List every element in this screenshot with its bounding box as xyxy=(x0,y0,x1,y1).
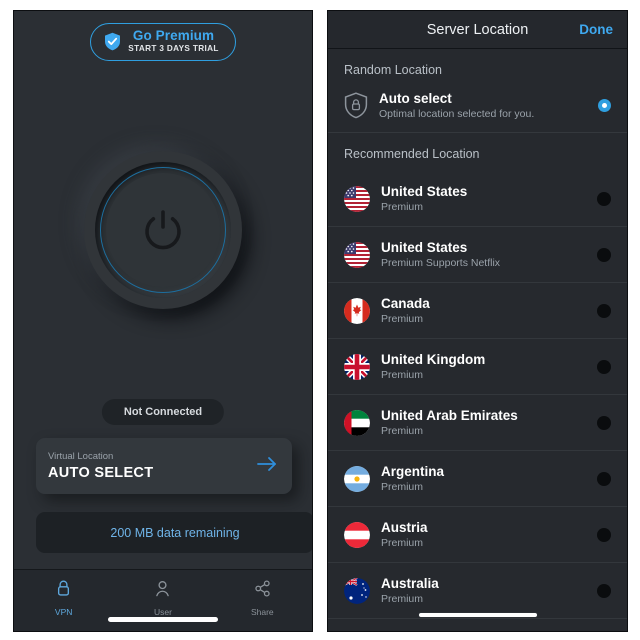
location-text: United Arab Emirates Premium xyxy=(381,408,586,437)
auto-select-row[interactable]: Auto select Optimal location selected fo… xyxy=(328,87,627,133)
person-icon xyxy=(154,579,171,603)
data-remaining-card[interactable]: 200 MB data remaining xyxy=(36,512,312,553)
location-name: United States xyxy=(381,184,468,199)
shield-check-icon xyxy=(104,32,121,51)
navigation-bar: Server Location Done xyxy=(328,11,627,49)
location-tier: Premium xyxy=(381,537,424,549)
location-row[interactable]: Austria Premium xyxy=(328,507,627,563)
premium-banner: Go Premium START 3 DAYS TRIAL xyxy=(14,23,312,61)
location-row[interactable]: United States Premium Supports Netflix xyxy=(328,227,627,283)
virtual-location-value: AUTO SELECT xyxy=(48,465,154,481)
done-button[interactable]: Done xyxy=(579,22,613,37)
location-text: United Kingdom Premium xyxy=(381,352,586,381)
location-name: United Kingdom xyxy=(381,352,486,367)
connection-status-badge: Not Connected xyxy=(101,399,225,425)
location-row[interactable]: Canada Premium xyxy=(328,283,627,339)
flag-us-icon xyxy=(344,185,370,212)
flag-ae-icon xyxy=(344,409,370,436)
location-text: Argentina Premium xyxy=(381,464,586,493)
flag-ar-icon xyxy=(344,465,370,492)
lock-icon xyxy=(55,579,72,603)
power-icon xyxy=(140,207,186,253)
location-radio[interactable] xyxy=(597,359,611,374)
location-radio[interactable] xyxy=(597,471,611,486)
power-button[interactable] xyxy=(84,151,242,309)
location-text: Australia Premium xyxy=(381,576,586,605)
screenshot-stage: Go Premium START 3 DAYS TRIAL Not Connec… xyxy=(0,0,640,640)
shield-lock-icon xyxy=(344,92,368,119)
location-text: United States Premium Supports Netflix xyxy=(381,240,586,269)
location-tier: Premium xyxy=(381,313,424,325)
home-indicator-left xyxy=(108,617,218,622)
location-tier: Premium xyxy=(381,425,424,437)
tab-vpn[interactable]: VPN xyxy=(14,570,113,631)
location-radio[interactable] xyxy=(597,303,611,318)
virtual-location-label: Virtual Location xyxy=(48,451,114,462)
flag-gb-icon xyxy=(344,353,370,380)
location-tier: Premium xyxy=(381,481,424,493)
location-name: Australia xyxy=(381,576,439,591)
tab-share[interactable]: Share xyxy=(213,570,312,631)
tab-share-label: Share xyxy=(250,607,274,617)
location-tier: Premium xyxy=(381,369,424,381)
server-location-screen: Server Location Done Random Location Aut… xyxy=(327,10,628,632)
auto-select-text: Auto select Optimal location selected fo… xyxy=(379,91,587,120)
arrow-right-icon[interactable] xyxy=(256,456,280,476)
location-radio[interactable] xyxy=(597,415,611,430)
vpn-home-screen: Go Premium START 3 DAYS TRIAL Not Connec… xyxy=(13,10,313,632)
location-text: Austria Premium xyxy=(381,520,586,549)
location-name: Argentina xyxy=(381,464,445,479)
location-name: United States xyxy=(381,240,468,255)
location-row[interactable]: Australia Premium xyxy=(328,563,627,619)
recommended-location-heading: Recommended Location xyxy=(344,147,480,161)
location-text: United States Premium xyxy=(381,184,586,213)
location-tier: Premium xyxy=(381,593,424,605)
auto-select-subtitle: Optimal location selected for you. xyxy=(379,108,535,120)
virtual-location-card[interactable]: Virtual Location AUTO SELECT xyxy=(36,438,292,494)
location-tier: Premium Supports Netflix xyxy=(381,257,501,269)
go-premium-button[interactable]: Go Premium START 3 DAYS TRIAL xyxy=(90,23,236,61)
tab-user-label: User xyxy=(154,607,172,617)
location-row[interactable]: United Arab Emirates Premium xyxy=(328,395,627,451)
data-remaining-label: 200 MB data remaining xyxy=(110,525,240,540)
location-row[interactable]: United States Premium xyxy=(328,171,627,227)
location-radio[interactable] xyxy=(597,583,611,598)
location-radio[interactable] xyxy=(597,191,611,206)
premium-subtitle: START 3 DAYS TRIAL xyxy=(128,44,219,54)
location-name: Canada xyxy=(381,296,430,311)
virtual-location-text: Virtual Location AUTO SELECT xyxy=(48,451,256,481)
location-text: Canada Premium xyxy=(381,296,586,325)
flag-at-icon xyxy=(344,521,370,548)
radio-auto-select[interactable] xyxy=(598,99,611,112)
location-list: United States Premium United States Premium… xyxy=(328,171,627,619)
premium-title: Go Premium xyxy=(132,28,215,43)
power-button-face xyxy=(106,173,220,287)
power-ring-outer xyxy=(95,162,231,298)
location-row[interactable]: Argentina Premium xyxy=(328,451,627,507)
location-tier: Premium xyxy=(381,201,424,213)
flag-ca-icon xyxy=(344,297,370,324)
random-location-heading: Random Location xyxy=(344,63,442,77)
flag-us-icon xyxy=(344,241,370,268)
auto-select-title: Auto select xyxy=(379,91,452,106)
share-icon xyxy=(254,579,271,603)
location-radio[interactable] xyxy=(597,527,611,542)
location-name: United Arab Emirates xyxy=(381,408,518,423)
premium-text-block: Go Premium START 3 DAYS TRIAL xyxy=(128,28,219,54)
location-name: Austria xyxy=(381,520,428,535)
home-indicator-right xyxy=(417,612,538,618)
tab-vpn-label: VPN xyxy=(54,607,73,617)
location-row[interactable]: United Kingdom Premium xyxy=(328,339,627,395)
flag-au-icon xyxy=(344,577,370,604)
location-radio[interactable] xyxy=(597,247,611,262)
